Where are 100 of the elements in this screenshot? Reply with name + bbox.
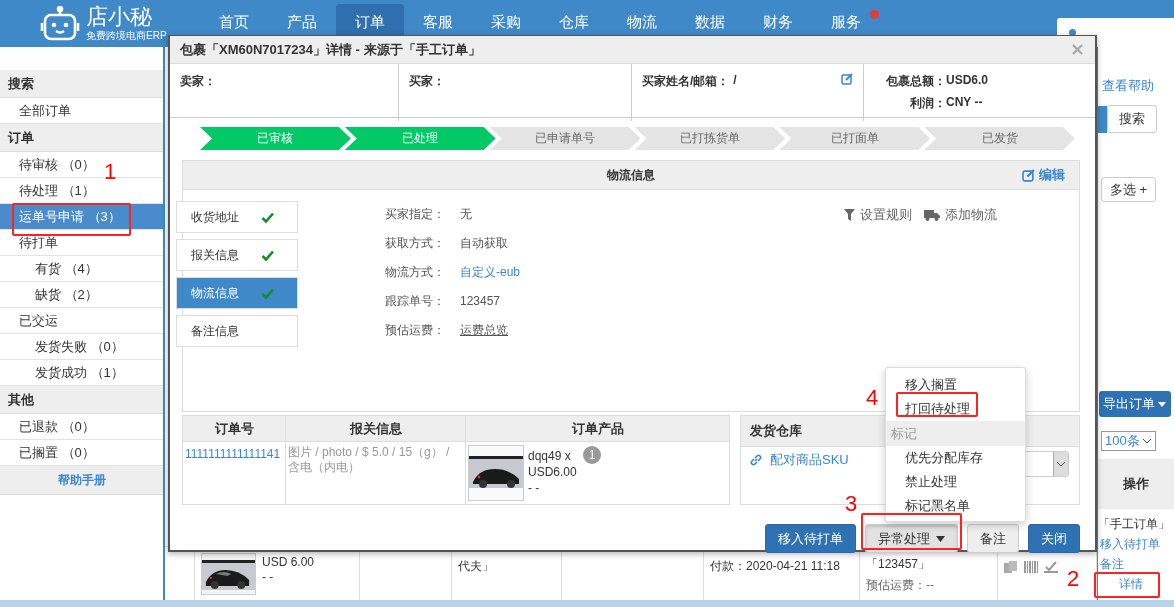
customs-info: 图片 / photo / $ 5.0 / 15（g） / 含电（内电） [288,445,451,475]
multi-select-button[interactable]: 多选 + [1101,177,1156,202]
caret-icon [1158,401,1166,407]
sidebar-item[interactable]: 待打单 [0,230,61,255]
dialog-button[interactable]: 备注 [967,524,1019,553]
product-price: USD 6.00 [262,555,315,570]
barcode-icon[interactable] [1024,561,1038,573]
section-tab[interactable]: 报关信息 [176,239,298,271]
add-logistics-link[interactable]: 添加物流 [924,206,997,224]
sidebar-item[interactable]: 待审核 （0） [0,152,98,177]
shipping-estimate: 预估运费：-- [866,577,935,594]
field-label: 包裹总额： [885,73,946,90]
annotation-number: 2 [1067,567,1080,591]
menu-item[interactable]: 移入搁置 [886,373,1025,397]
check-icon[interactable] [1044,561,1058,573]
truck-icon [924,209,940,221]
sidebar-item[interactable]: 缺货 （2） [0,282,101,307]
menu-item[interactable]: 禁止处理 [886,470,1025,494]
progress-step: 已打拣货单 [634,127,786,150]
sidebar-item[interactable]: 已交运 [0,308,61,333]
dialog-button[interactable]: 关闭 [1028,524,1080,553]
brand-tagline: 免费跨境电商ERP [86,28,167,43]
column-header: 报关信息 [349,419,402,438]
sidebar-item[interactable]: 全部订单 [0,98,74,123]
field-label: 预估运费： [385,321,446,339]
progress-step: 已发货 [924,127,1075,150]
panel-title: 发货仓库 [750,422,802,440]
action-link[interactable]: 移入待打单 [1100,536,1160,553]
caret-icon [936,535,945,542]
help-link[interactable]: 帮助手册 [57,473,106,487]
dialog-button[interactable]: 移入待打单 [765,524,856,553]
quantity-badge: 1 [583,446,601,464]
shipping-cost-link[interactable]: 运费总览 [460,321,508,339]
link-icon [750,454,762,466]
filter-icon [844,209,855,221]
section-tab[interactable]: 物流信息 [176,277,298,309]
order-number-link[interactable]: 1111111111111141 [185,447,281,461]
sidebar-item[interactable]: 已搁置 （0） [0,440,98,465]
copy-icon[interactable] [1004,561,1018,573]
edit-icon [1022,168,1035,182]
field-value: 123457 [460,294,501,308]
progress-step: 已审核 [200,127,351,150]
set-rules-link[interactable]: 设置规则 [844,206,912,224]
field-value: USD6.0 [946,73,990,89]
annotation-number: 4 [866,386,879,410]
field-value: CNY -- [946,95,984,111]
chevron-down-icon [1142,438,1152,444]
section-tab[interactable]: 备注信息 [176,315,298,347]
page-size-select[interactable]: 100条 [1101,431,1156,451]
section-tab[interactable]: 收货地址 [176,201,298,233]
section-header: 其他 [0,386,163,414]
sidebar-item[interactable]: 发货成功 （1） [0,360,127,385]
field-label: 买家： [409,74,445,88]
sidebar-item[interactable]: 发货失败 （0） [0,334,127,359]
section-header: 订单 [0,124,163,152]
panel-title: 物流信息 [607,166,655,184]
shipping-method-link[interactable]: 自定义-eub [460,263,521,281]
column-header: 订单号 [214,419,254,438]
field-value: 无 [460,205,472,223]
menu-item[interactable]: 优先分配库存 [886,446,1025,470]
menu-item[interactable]: 标记黑名单 [886,494,1025,518]
sidebar-item[interactable]: 待处理 （1） [0,178,98,203]
help-link[interactable]: 查看帮助 [1102,77,1154,95]
tracking-number: 「123457」 [866,556,932,573]
product-extra: - - [262,570,275,585]
payment-time: 付款：2020-04-21 11:18 [710,558,841,575]
column-header: 订单产品 [571,419,624,438]
field-value: 自动获取 [460,234,508,252]
progress-step: 已打面单 [779,127,931,150]
section-header: 搜索 [0,70,163,98]
annotation-number: 3 [845,492,858,516]
product-name: dqq49 x [528,448,572,464]
export-button[interactable]: 导出订单 [1099,391,1171,417]
field-label: 买家指定： [385,205,446,223]
action-link[interactable]: 详情 [1119,576,1143,593]
brand-name: 店小秘 [86,4,153,29]
sidebar-item[interactable]: 运单号申请 （3） [0,204,163,229]
edit-link[interactable]: 编辑 [1022,166,1065,184]
sidebar-item[interactable]: 已退款 （0） [0,414,98,439]
field-label: 物流方式： [385,263,446,281]
field-label: 获取方式： [385,234,446,252]
robot-logo-icon [40,5,80,42]
table-cell-text: 代夫」 [458,558,495,575]
menu-item[interactable]: 打回待处理 [886,397,1025,421]
sidebar-item[interactable]: 有货 （4） [0,256,101,281]
match-sku-link[interactable]: 配对商品SKU [750,451,849,469]
search-button[interactable]: 搜索 [1107,105,1157,133]
order-source: 「手工订单」 [1098,516,1170,533]
column-header: 操作 [1098,459,1174,509]
annotation-number: 1 [104,160,117,184]
product-extra: - - [528,480,541,496]
product-price: USD6.00 [528,464,577,480]
field-label: 利润： [909,95,946,112]
close-icon[interactable] [1072,44,1083,55]
dropdown-button[interactable]: 异常处理 [865,524,958,553]
edit-icon[interactable] [841,73,853,85]
field-label: 买家姓名/邮箱： [642,73,730,90]
progress-step: 已申请单号 [489,127,641,150]
menu-group-header: 标记 [886,421,1025,446]
action-link[interactable]: 备注 [1100,556,1124,573]
